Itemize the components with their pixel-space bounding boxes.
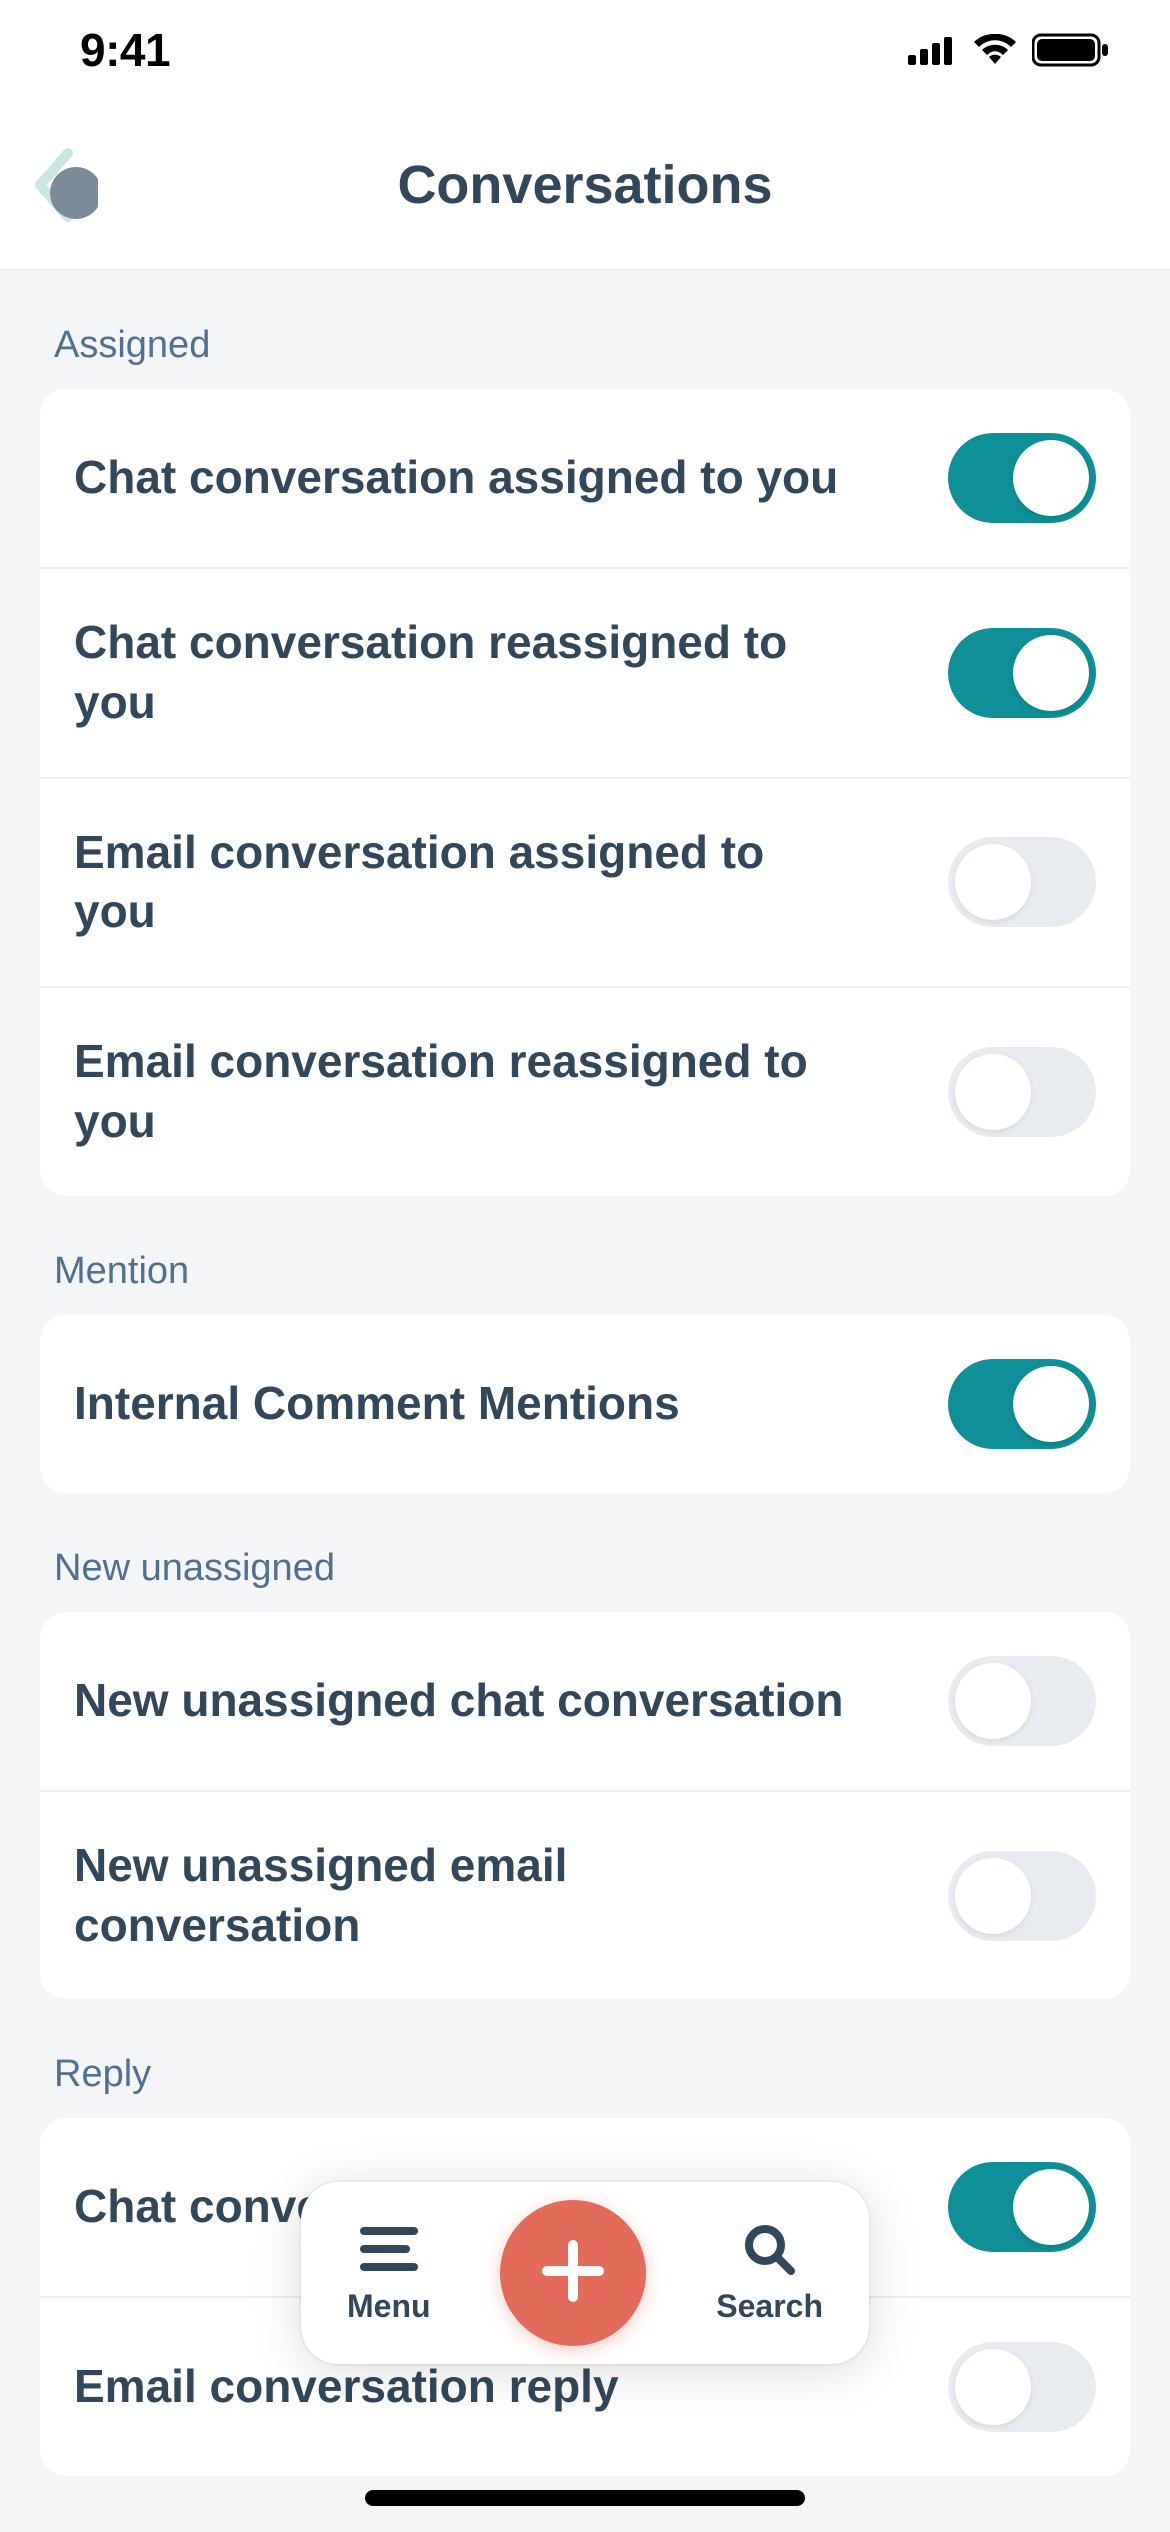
setting-chat-reassigned: Chat conversation reassigned to you [40, 567, 1130, 777]
toggle-email-reassigned[interactable] [948, 1047, 1096, 1137]
setting-new-unassigned-chat: New unassigned chat conversation [40, 1612, 1130, 1790]
setting-email-reassigned: Email conversation reassigned to you [40, 986, 1130, 1196]
setting-label: Email conversation reassigned to you [74, 1032, 854, 1152]
home-indicator[interactable] [365, 2490, 805, 2506]
toggle-chat-reassigned[interactable] [948, 628, 1096, 718]
plus-icon [533, 2231, 613, 2316]
section-assigned: Chat conversation assigned to you Chat c… [40, 389, 1130, 1196]
status-icons [908, 32, 1110, 68]
setting-email-assigned: Email conversation assigned to you [40, 777, 1130, 987]
setting-label: Internal Comment Mentions [74, 1374, 854, 1434]
menu-icon [354, 2221, 424, 2282]
toggle-new-unassigned-chat[interactable] [948, 1656, 1096, 1746]
page-title: Conversations [397, 154, 772, 216]
search-button[interactable]: Search [716, 2221, 823, 2325]
setting-label: Chat conversation reassigned to you [74, 613, 854, 733]
section-header-new-unassigned: New unassigned [40, 1493, 1130, 1612]
setting-label: Chat conversation assigned to you [74, 448, 854, 508]
wifi-icon [972, 34, 1018, 66]
setting-chat-assigned: Chat conversation assigned to you [40, 389, 1130, 567]
setting-internal-mentions: Internal Comment Mentions [40, 1315, 1130, 1493]
nav-header: Conversations [0, 100, 1170, 270]
setting-label: Email conversation assigned to you [74, 823, 854, 943]
setting-new-unassigned-email: New unassigned email conversation [40, 1790, 1130, 2000]
back-button[interactable] [28, 145, 98, 225]
floating-action-bar: Menu Search [301, 2182, 869, 2364]
toggle-email-assigned[interactable] [948, 837, 1096, 927]
toggle-email-reply[interactable] [948, 2342, 1096, 2432]
section-header-reply: Reply [40, 1999, 1130, 2118]
search-icon [735, 2221, 805, 2282]
status-time: 9:41 [80, 23, 170, 77]
status-bar: 9:41 [0, 0, 1170, 100]
menu-button[interactable]: Menu [347, 2221, 431, 2325]
menu-label: Menu [347, 2288, 431, 2325]
toggle-new-unassigned-email[interactable] [948, 1851, 1096, 1941]
cellular-icon [908, 35, 958, 65]
section-mention: Internal Comment Mentions [40, 1315, 1130, 1493]
toggle-chat-reply[interactable] [948, 2162, 1096, 2252]
toggle-chat-assigned[interactable] [948, 433, 1096, 523]
setting-label: New unassigned email conversation [74, 1836, 854, 1956]
section-new-unassigned: New unassigned chat conversation New una… [40, 1612, 1130, 2000]
section-header-assigned: Assigned [40, 270, 1130, 389]
setting-label: New unassigned chat conversation [74, 1671, 854, 1731]
toggle-internal-mentions[interactable] [948, 1359, 1096, 1449]
section-header-mention: Mention [40, 1196, 1130, 1315]
settings-content: Assigned Chat conversation assigned to y… [0, 270, 1170, 2476]
add-button[interactable] [500, 2200, 646, 2346]
battery-icon [1032, 32, 1110, 68]
setting-label: Email conversation reply [74, 2357, 854, 2417]
search-label: Search [716, 2288, 823, 2325]
